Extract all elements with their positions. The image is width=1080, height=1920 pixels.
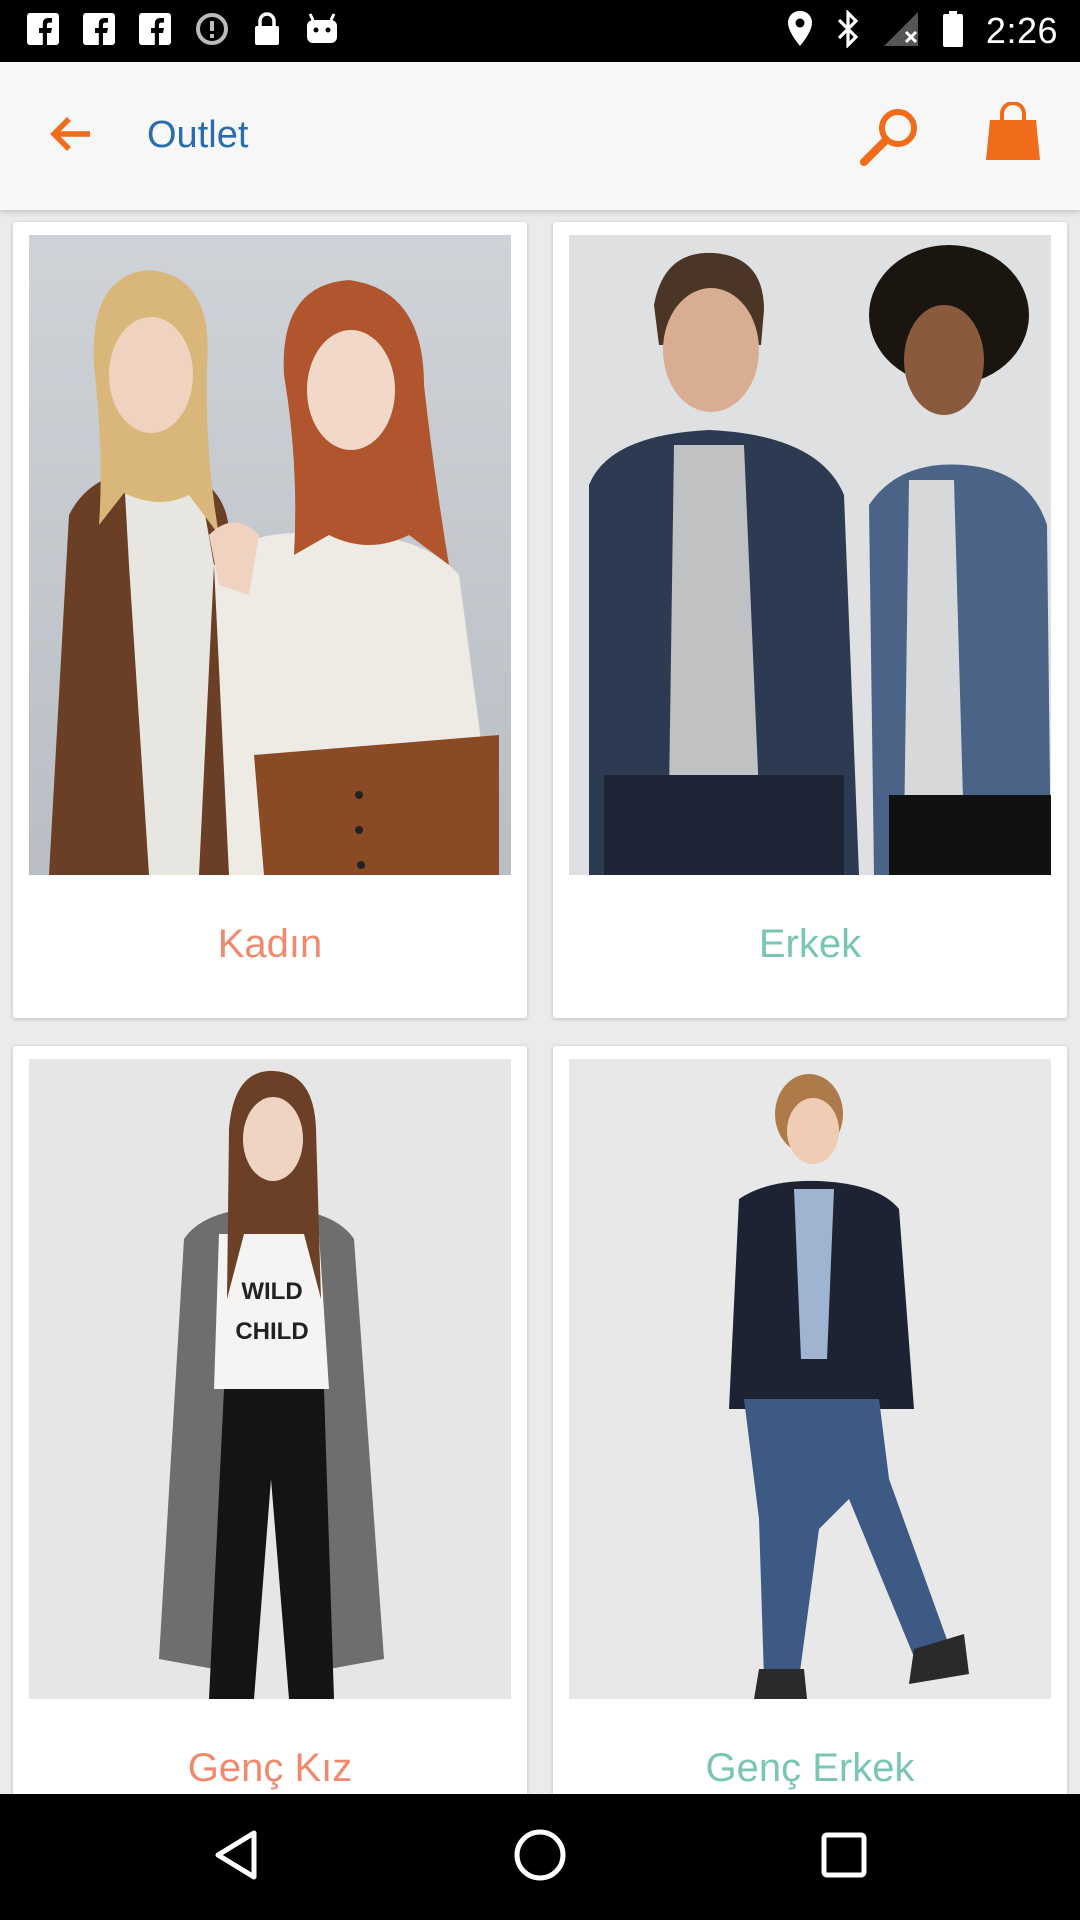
svg-text:WILD: WILD xyxy=(241,1278,302,1305)
nav-recents-button[interactable] xyxy=(809,1822,879,1892)
category-card-erkek[interactable]: Erkek xyxy=(553,222,1067,1018)
back-triangle-icon xyxy=(212,1829,260,1886)
android-robot-icon xyxy=(304,12,340,50)
category-photo-teen-boy xyxy=(569,1059,1051,1699)
category-photo-men xyxy=(569,235,1051,875)
facebook-icon xyxy=(82,12,116,51)
back-button[interactable] xyxy=(38,108,104,164)
recents-square-icon xyxy=(820,1831,868,1884)
status-bar: 2:26 xyxy=(0,0,1080,62)
facebook-icon xyxy=(26,12,60,51)
nav-back-button[interactable] xyxy=(201,1822,271,1892)
category-label: Genç Erkek xyxy=(705,1746,915,1790)
category-card-genc-erkek[interactable]: Genç Erkek xyxy=(553,1046,1067,1794)
category-label: Genç Kız xyxy=(187,1746,353,1790)
facebook-icon xyxy=(138,12,172,51)
status-right-icons: 2:26 xyxy=(786,8,1058,54)
category-label: Kadın xyxy=(217,922,323,966)
home-circle-icon xyxy=(513,1828,567,1887)
category-card-genc-kiz[interactable]: WILD CHILD Genç Kız xyxy=(13,1046,527,1794)
location-icon xyxy=(786,10,814,53)
shopping-bag-icon xyxy=(984,101,1042,166)
signal-off-icon xyxy=(882,10,920,53)
navigation-bar xyxy=(0,1794,1080,1920)
bluetooth-icon xyxy=(836,8,860,53)
data-saver-icon xyxy=(194,11,230,52)
battery-icon xyxy=(942,10,964,53)
app-bar: Outlet xyxy=(0,62,1080,210)
category-photo-women xyxy=(29,235,511,875)
cart-button[interactable] xyxy=(984,101,1050,170)
category-grid: Kadın Erkek WILD CHILD Genç Kız Genç Erk… xyxy=(0,210,1080,1794)
nav-home-button[interactable] xyxy=(505,1822,575,1892)
svg-text:CHILD: CHILD xyxy=(235,1318,308,1345)
category-photo-teen-girl: WILD CHILD xyxy=(29,1059,511,1699)
category-card-kadin[interactable]: Kadın xyxy=(13,222,527,1018)
arrow-left-icon xyxy=(49,114,93,159)
lock-icon xyxy=(252,11,282,52)
page-title: Outlet xyxy=(147,114,249,156)
category-label: Erkek xyxy=(758,922,862,966)
status-time: 2:26 xyxy=(985,10,1058,51)
search-button[interactable] xyxy=(858,104,924,170)
status-left-icons xyxy=(26,11,340,52)
search-icon xyxy=(858,109,924,174)
